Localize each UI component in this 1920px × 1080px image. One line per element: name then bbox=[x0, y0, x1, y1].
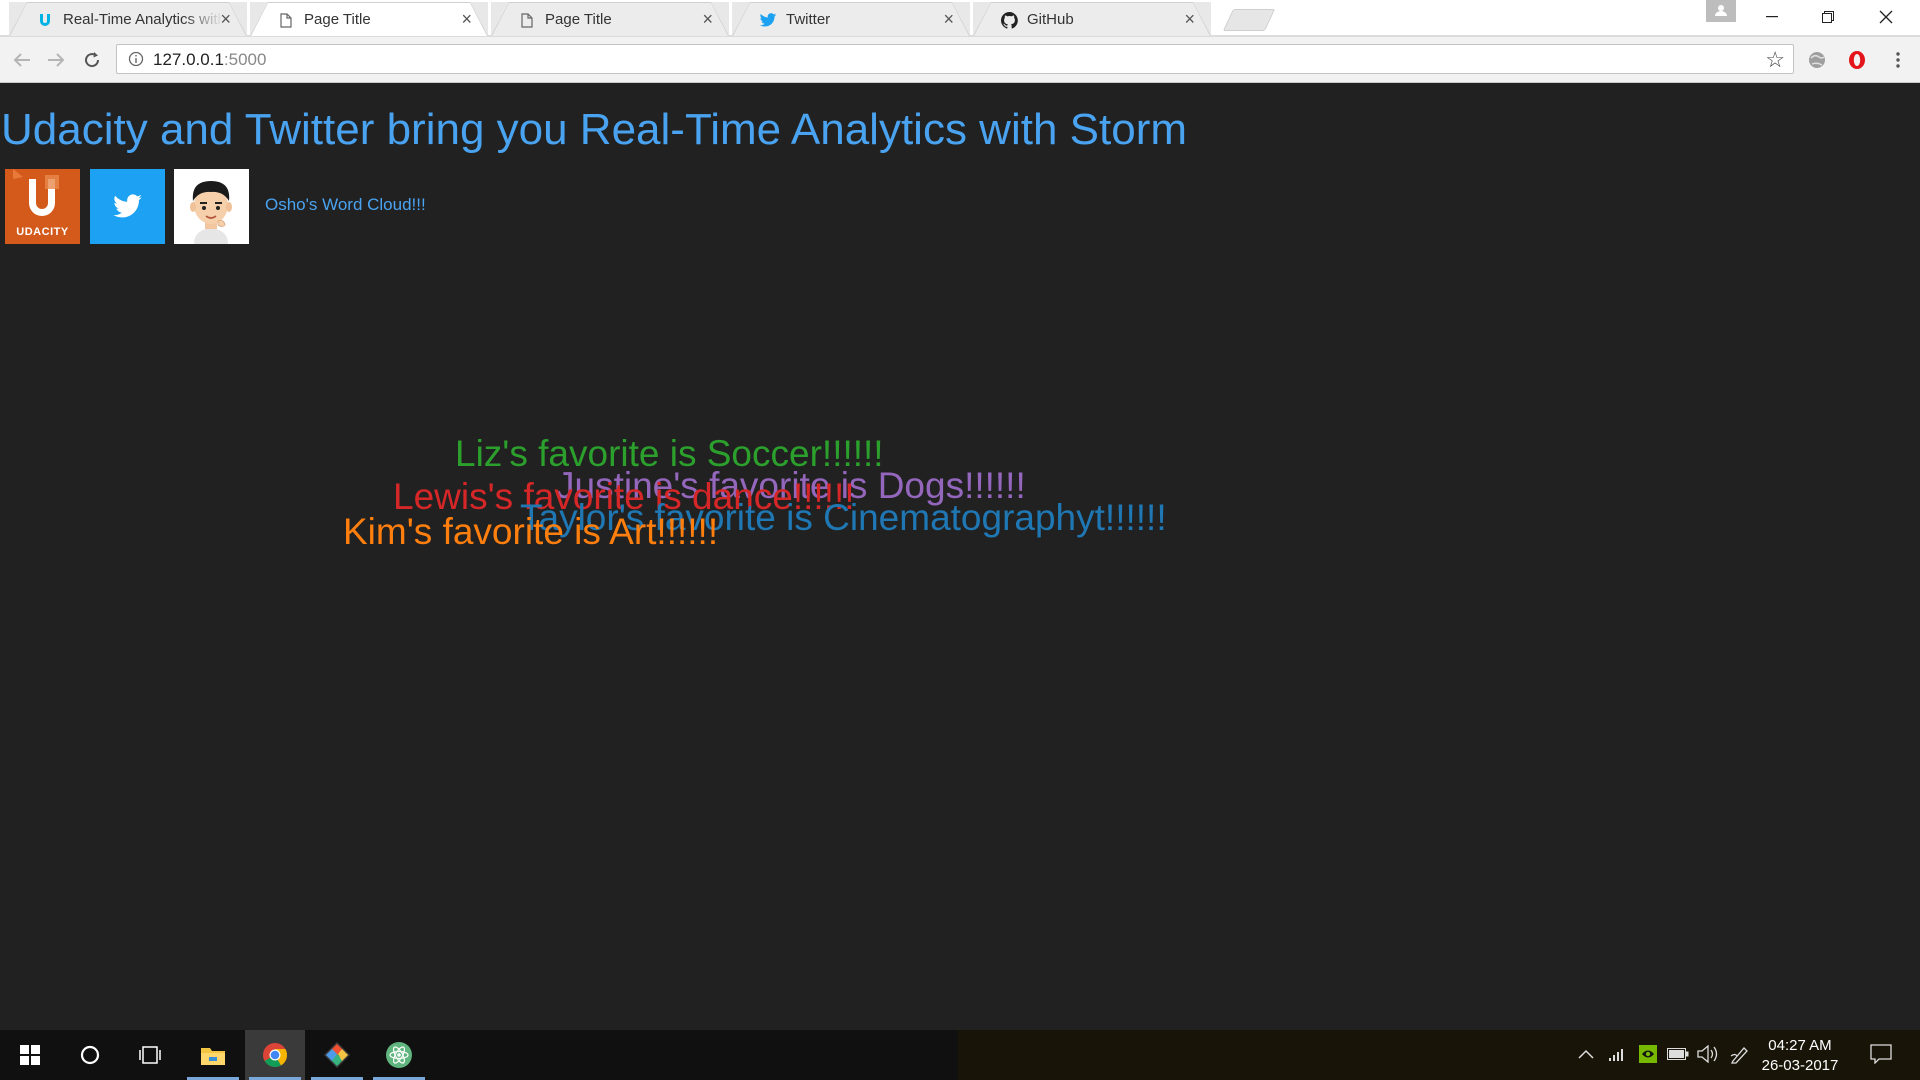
udacity-favicon-icon bbox=[36, 11, 54, 29]
tab-page-title[interactable]: Page Title × bbox=[491, 2, 729, 36]
tab-realtime-analytics[interactable]: Real-Time Analytics with × bbox=[9, 2, 247, 36]
page-content: Udacity and Twitter bring you Real-Time … bbox=[0, 83, 1920, 1030]
twitter-favicon-icon bbox=[759, 11, 777, 29]
page-icon bbox=[518, 11, 536, 29]
windows-logo-icon bbox=[20, 1045, 40, 1065]
chevron-up-icon[interactable] bbox=[1578, 1048, 1594, 1060]
close-window-button[interactable] bbox=[1858, 2, 1914, 32]
bookmark-star-icon[interactable]: ☆ bbox=[1765, 47, 1785, 73]
atom-taskbar-button[interactable] bbox=[369, 1030, 429, 1080]
twitter-logo bbox=[90, 169, 165, 244]
tab-strip: Real-Time Analytics with × Page Title × … bbox=[0, 0, 1920, 37]
reload-icon bbox=[85, 52, 100, 68]
git-taskbar-button[interactable] bbox=[307, 1030, 367, 1080]
pen-workspace-icon[interactable] bbox=[1730, 1044, 1750, 1064]
chrome-taskbar-button[interactable] bbox=[245, 1030, 305, 1080]
profile-button[interactable] bbox=[1706, 0, 1736, 22]
git-icon bbox=[324, 1042, 350, 1068]
restore-icon bbox=[1822, 11, 1834, 23]
url-host: 127.0.0.1 bbox=[153, 50, 224, 69]
tab-close-icon[interactable]: × bbox=[220, 9, 231, 29]
person-icon bbox=[1715, 5, 1727, 16]
tab-close-icon[interactable]: × bbox=[461, 9, 472, 29]
start-button[interactable] bbox=[0, 1030, 60, 1080]
restore-button[interactable] bbox=[1800, 2, 1856, 32]
task-view-button[interactable] bbox=[120, 1030, 180, 1080]
tab-title: GitHub bbox=[1027, 11, 1074, 28]
page-icon bbox=[277, 11, 295, 29]
tab-close-icon[interactable]: × bbox=[943, 9, 954, 29]
minimize-button[interactable] bbox=[1744, 2, 1800, 32]
info-icon[interactable] bbox=[128, 51, 144, 67]
tab-title: Page Title bbox=[545, 11, 612, 28]
clock-time: 04:27 AM bbox=[1768, 1037, 1832, 1054]
extension-globe-icon[interactable] bbox=[1805, 48, 1829, 72]
forward-arrow-icon bbox=[48, 53, 65, 67]
menu-dots-icon[interactable] bbox=[1886, 48, 1910, 72]
github-favicon-icon bbox=[1000, 11, 1018, 29]
avatar bbox=[174, 169, 249, 244]
back-button[interactable] bbox=[8, 46, 36, 74]
udacity-logo-text: UDACITY bbox=[16, 226, 69, 238]
taskbar-clock[interactable]: 04:27 AM 26-03-2017 bbox=[1760, 1036, 1840, 1076]
task-view-icon bbox=[139, 1046, 161, 1064]
address-bar[interactable]: 127.0.0.1:5000 ☆ bbox=[116, 44, 1794, 74]
tab-page-title-active[interactable]: Page Title × bbox=[250, 2, 488, 36]
url-port: :5000 bbox=[223, 50, 267, 69]
tab-title: Twitter bbox=[786, 11, 831, 28]
opera-extension-icon[interactable] bbox=[1845, 48, 1869, 72]
word-cloud-item: Kim's favorite is Art!!!!!! bbox=[343, 511, 719, 552]
minimize-icon bbox=[1766, 16, 1778, 18]
tab-close-icon[interactable]: × bbox=[702, 9, 713, 29]
cortana-icon bbox=[80, 1045, 100, 1065]
tab-title: Page Title bbox=[304, 11, 371, 28]
word-cloud-link[interactable]: Osho's Word Cloud!!! bbox=[265, 195, 426, 215]
new-tab-button[interactable] bbox=[1222, 9, 1276, 31]
action-center-icon[interactable] bbox=[1870, 1044, 1892, 1064]
windows-taskbar: 04:27 AM 26-03-2017 bbox=[0, 1030, 1920, 1080]
file-explorer-icon bbox=[201, 1048, 225, 1065]
tab-close-icon[interactable]: × bbox=[1184, 9, 1195, 29]
page-heading: Udacity and Twitter bring you Real-Time … bbox=[1, 105, 1188, 154]
file-explorer-button[interactable] bbox=[183, 1030, 243, 1080]
browser-toolbar: 127.0.0.1:5000 ☆ bbox=[0, 37, 1920, 83]
battery-icon[interactable] bbox=[1667, 1048, 1689, 1060]
network-signal-icon[interactable] bbox=[1608, 1046, 1626, 1062]
url-text: 127.0.0.1:5000 bbox=[153, 50, 266, 70]
tab-twitter[interactable]: Twitter × bbox=[732, 2, 970, 36]
reload-button[interactable] bbox=[78, 46, 106, 74]
nvidia-icon[interactable] bbox=[1638, 1044, 1658, 1064]
clock-date: 26-03-2017 bbox=[1761, 1057, 1839, 1074]
tab-github[interactable]: GitHub × bbox=[973, 2, 1211, 36]
back-arrow-icon bbox=[13, 53, 30, 67]
udacity-logo: UDACITY bbox=[5, 169, 80, 244]
close-icon bbox=[1879, 10, 1893, 24]
forward-button[interactable] bbox=[42, 46, 70, 74]
tab-title: Real-Time Analytics with bbox=[63, 11, 223, 28]
chrome-icon bbox=[263, 1043, 288, 1068]
volume-icon[interactable] bbox=[1697, 1045, 1719, 1063]
cortana-button[interactable] bbox=[60, 1030, 120, 1080]
atom-icon bbox=[386, 1042, 412, 1068]
